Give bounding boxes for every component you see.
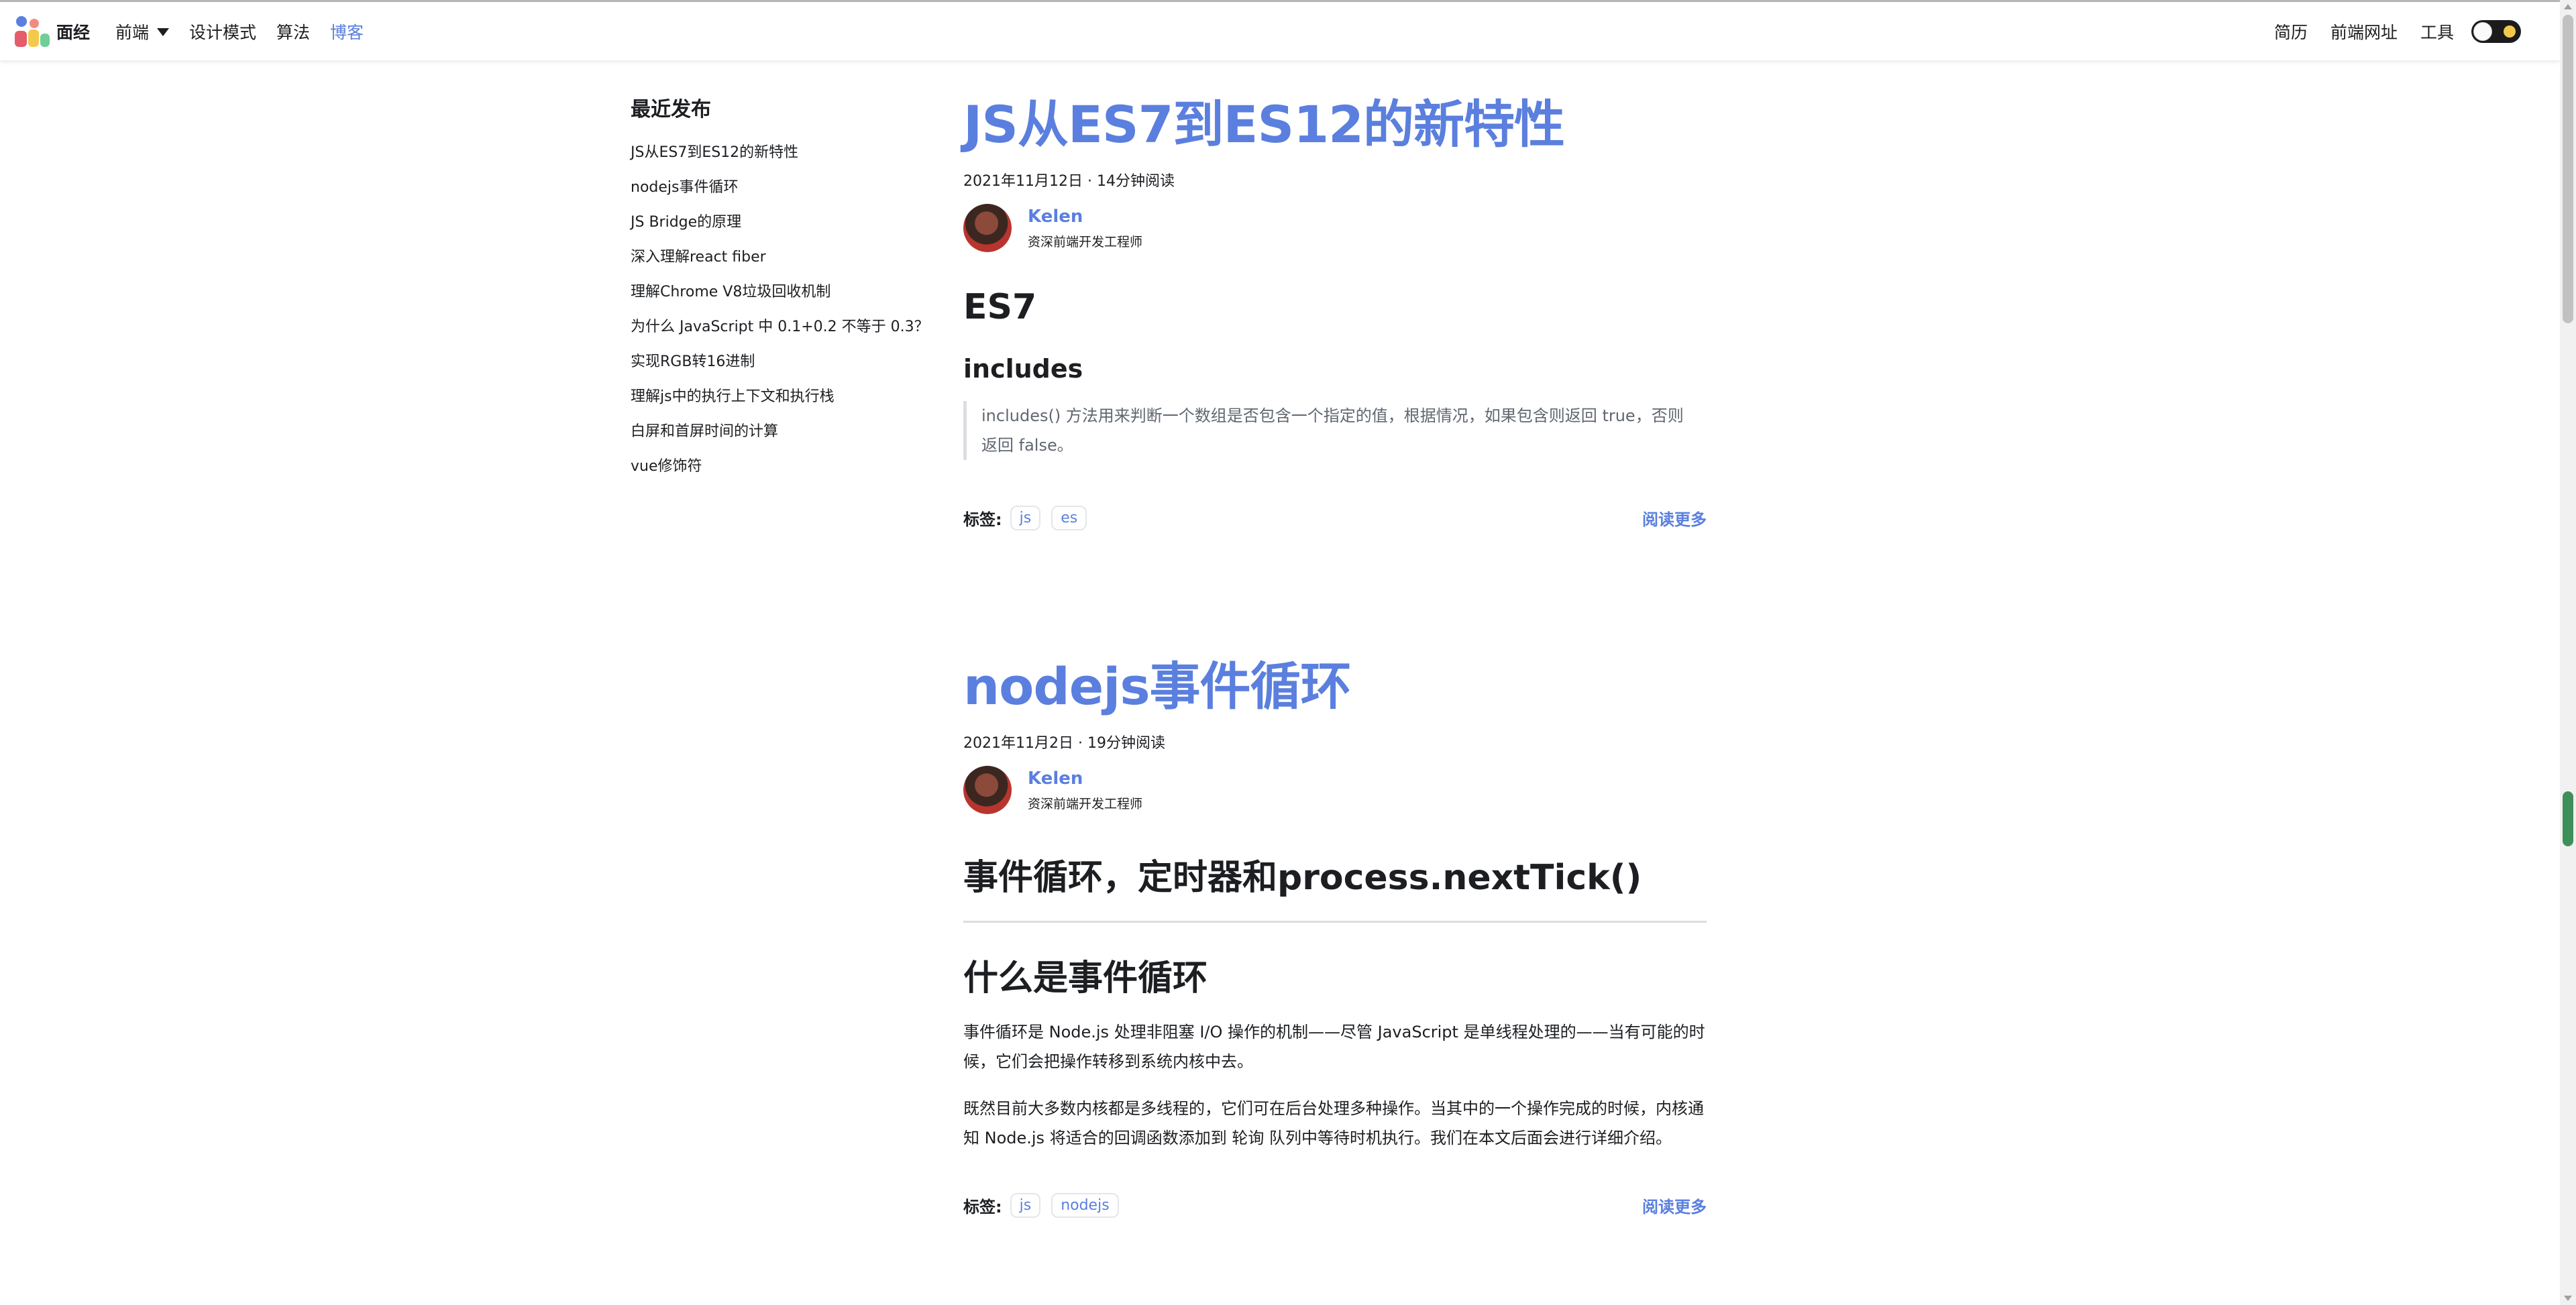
nav-left: 前端 设计模式 算法 博客 [115,2,384,60]
tags-label: 标签: [963,510,1002,529]
content-paragraph: 既然目前大多数内核都是多线程的，它们可在后台处理多种操作。当其中的一个操作完成的… [963,1094,1707,1153]
tag-list: 标签: js nodejs [963,1193,1130,1218]
sidebar-item[interactable]: 实现RGB转16进制 [631,345,912,380]
scroll-down-icon[interactable] [2564,1296,2572,1301]
heading-divider [963,921,1707,923]
sidebar-item[interactable]: vue修饰符 [631,449,912,484]
content-subheading: includes [963,354,1083,384]
blockquote-line: includes() 方法用来判断一个数组是否包含一个指定的值，根据情况，如果包… [981,406,1684,425]
paragraph-line: 事件循环是 Node.js 处理非阻塞 I/O 操作的机制——尽管 JavaSc… [963,1023,1705,1041]
author-info: Kelen 资深前端开发工程师 [1028,769,1142,812]
blockquote-line: 返回 false。 [981,436,1073,455]
sidebar-item[interactable]: 理解js中的执行上下文和执行栈 [631,380,912,414]
scroll-up-icon[interactable] [2564,4,2572,9]
paragraph-line: 知 Node.js 将适合的回调函数添加到 轮询 队列中等待时机执行。我们在本文… [963,1129,1672,1147]
blog-post: JS从ES7到ES12的新特性 2021年11月12日 · 14分钟阅读 Kel… [963,91,1707,530]
sidebar-item[interactable]: 白屏和首屏时间的计算 [631,414,912,449]
nav-link-frontend[interactable]: 前端 [115,19,170,44]
tag[interactable]: es [1051,506,1087,530]
navbar: 面经 前端 设计模式 算法 博客 简历 前端网址 工具 [0,2,2560,60]
paragraph-line: 候，它们会把操作转移到系统内核中去。 [963,1052,1253,1071]
nav-right: 简历 前端网址 工具 [2251,2,2521,60]
author-card: Kelen 资深前端开发工程师 [963,766,1707,814]
author-info: Kelen 资深前端开发工程师 [1028,207,1142,250]
post-meta: 2021年11月2日 · 19分钟阅读 [963,735,1165,752]
scrollbar-thumb[interactable] [2563,15,2573,323]
post-footer: 标签: js nodejs 阅读更多 [963,1193,1707,1218]
sidebar-item[interactable]: 为什么 JavaScript 中 0.1+0.2 不等于 0.3？ [631,310,929,345]
sidebar-item[interactable]: nodejs事件循环 [631,170,912,205]
content-heading: 事件循环，定时器和process.nextTick() [963,858,1642,898]
nav-link-design-patterns[interactable]: 设计模式 [189,19,256,44]
read-more-link[interactable]: 阅读更多 [1642,1194,1707,1217]
theme-toggle[interactable] [2471,19,2521,43]
content-heading: 什么是事件循环 [963,958,1208,999]
author-role: 资深前端开发工程师 [1028,796,1143,811]
content-blockquote: includes() 方法用来判断一个数组是否包含一个指定的值，根据情况，如果包… [963,401,1707,460]
tag[interactable]: js [1010,506,1041,530]
chevron-down-icon [157,27,170,36]
nav-link-algorithms[interactable]: 算法 [276,19,310,44]
author-role: 资深前端开发工程师 [1028,234,1143,249]
author-name[interactable]: Kelen [1028,769,1142,789]
tags-label: 标签: [963,1198,1002,1216]
tag[interactable]: nodejs [1051,1193,1119,1218]
nav-link-resume[interactable]: 简历 [2274,19,2308,44]
content-heading: ES7 [963,287,1037,327]
sidebar-item[interactable]: 深入理解react fiber [631,240,912,275]
sidebar-item[interactable]: JS从ES7到ES12的新特性 [631,135,912,170]
nav-link-frontend-label: 前端 [115,22,150,42]
sidebar-item[interactable]: 理解Chrome V8垃圾回收机制 [631,275,912,310]
post-footer: 标签: js es 阅读更多 [963,506,1707,530]
scroll-position-indicator [2563,791,2573,846]
page-scrollbar[interactable] [2560,0,2576,1305]
paragraph-line: 既然目前大多数内核都是多线程的，它们可在后台处理多种操作。当其中的一个操作完成的… [963,1099,1704,1118]
content-paragraph: 事件循环是 Node.js 处理非阻塞 I/O 操作的机制——尽管 JavaSc… [963,1017,1707,1076]
post-meta: 2021年11月12日 · 14分钟阅读 [963,173,1175,190]
author-card: Kelen 资深前端开发工程师 [963,204,1707,252]
toggle-knob [2473,21,2492,41]
sun-icon [2504,25,2516,38]
sidebar-title: 最近发布 [631,98,711,121]
brand-name: 面经 [56,22,91,42]
post-title[interactable]: nodejs事件循环 [963,653,1707,720]
avatar[interactable] [963,766,1012,814]
sidebar-item[interactable]: JS Bridge的原理 [631,205,912,240]
logo-icon [15,15,51,48]
tag[interactable]: js [1010,1193,1041,1218]
avatar[interactable] [963,204,1012,252]
nav-link-frontend-sites[interactable]: 前端网址 [2330,19,2398,44]
read-more-link[interactable]: 阅读更多 [1642,506,1707,530]
tag-list: 标签: js es [963,506,1097,530]
nav-link-blog[interactable]: 博客 [330,19,364,44]
blog-post: nodejs事件循环 2021年11月2日 · 19分钟阅读 Kelen 资深前… [963,653,1707,1218]
author-name[interactable]: Kelen [1028,207,1142,227]
sidebar-recent-posts: 最近发布 JS从ES7到ES12的新特性 nodejs事件循环 JS Bridg… [631,93,929,484]
post-title[interactable]: JS从ES7到ES12的新特性 [963,91,1707,158]
brand[interactable]: 面经 [15,2,90,60]
nav-link-tools[interactable]: 工具 [2420,19,2454,44]
